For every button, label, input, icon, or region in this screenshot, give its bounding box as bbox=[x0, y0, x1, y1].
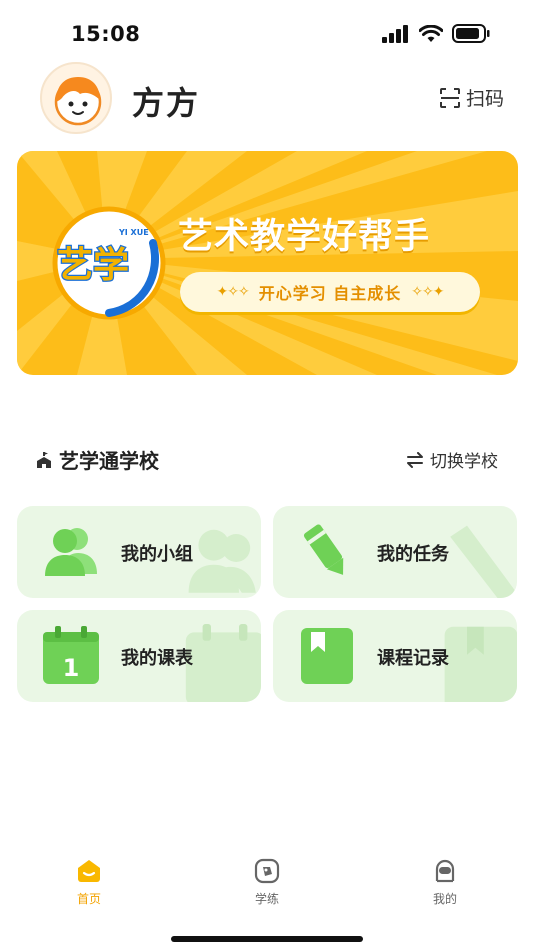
tab-label: 我的 bbox=[432, 892, 457, 906]
card-label: 我的课表 bbox=[121, 648, 193, 669]
card-my-group[interactable]: 我的小组 bbox=[17, 506, 261, 598]
banner-slogan: 开心学习 自主成长 bbox=[258, 284, 402, 303]
scan-label: 扫码 bbox=[465, 88, 504, 110]
card-my-schedule[interactable]: 1 我的课表 bbox=[17, 610, 261, 702]
switch-school-label: 切换学校 bbox=[430, 452, 498, 472]
user-name: 方方 bbox=[132, 84, 201, 122]
avatar[interactable] bbox=[40, 62, 112, 134]
tab-label: 学练 bbox=[254, 892, 279, 906]
swap-icon bbox=[407, 451, 423, 468]
calendar-watermark-icon bbox=[185, 624, 261, 702]
status-icons bbox=[382, 24, 490, 43]
card-label: 我的小组 bbox=[121, 544, 193, 565]
scan-icon bbox=[439, 87, 460, 108]
banner-logo: 艺学 YI XUE bbox=[52, 206, 166, 320]
signal-icon bbox=[382, 24, 408, 43]
school-icon bbox=[37, 452, 51, 468]
tab-profile[interactable]: 我的 bbox=[356, 850, 534, 920]
tab-home[interactable]: 首页 bbox=[0, 850, 178, 920]
group-watermark-icon bbox=[188, 529, 256, 593]
tab-label: 首页 bbox=[76, 892, 101, 906]
calendar-icon: 1 bbox=[43, 626, 99, 684]
avatar-face-icon bbox=[54, 77, 102, 126]
banner-slogan-pill: ✦✧✧ 开心学习 自主成长 ✧✧✦ bbox=[180, 272, 480, 312]
profile-icon bbox=[435, 859, 455, 883]
logo-text: 艺学 bbox=[57, 244, 129, 286]
svg-text:1: 1 bbox=[63, 654, 80, 682]
scan-button[interactable]: 扫码 bbox=[439, 84, 504, 111]
card-course-records[interactable]: 课程记录 bbox=[273, 610, 517, 702]
logo-pinyin: YI XUE bbox=[118, 228, 149, 237]
card-my-tasks[interactable]: 我的任务 bbox=[273, 506, 517, 598]
sparkle-icon: ✦✧✧ bbox=[216, 284, 250, 300]
battery-icon bbox=[452, 24, 490, 43]
school-row: 艺学通学校 切换学校 bbox=[0, 440, 534, 480]
pencil-icon bbox=[303, 524, 344, 575]
banner[interactable]: 艺学 YI XUE bbox=[17, 151, 518, 375]
header: 方方 扫码 bbox=[0, 62, 534, 136]
tab-bar: 首页 学练 我的 bbox=[0, 850, 534, 920]
school-name: 艺学通学校 bbox=[59, 449, 159, 473]
banner-title: 艺术教学好帮手 bbox=[178, 217, 431, 257]
home-icon bbox=[78, 860, 100, 882]
status-bar: 15:08 bbox=[0, 0, 534, 60]
bookmark-icon bbox=[301, 628, 353, 684]
home-indicator bbox=[171, 936, 363, 942]
card-label: 我的任务 bbox=[377, 544, 449, 565]
tab-practice[interactable]: 学练 bbox=[178, 850, 356, 920]
practice-icon bbox=[254, 858, 280, 884]
sparkle-icon: ✧✧✦ bbox=[411, 284, 444, 300]
wifi-icon bbox=[419, 24, 443, 42]
bookmark-watermark-icon bbox=[444, 626, 517, 702]
card-label: 课程记录 bbox=[377, 648, 449, 669]
switch-school-button[interactable]: 切换学校 bbox=[406, 447, 498, 472]
status-time: 15:08 bbox=[71, 22, 141, 46]
group-icon bbox=[45, 528, 97, 576]
pencil-watermark-icon bbox=[450, 525, 515, 598]
